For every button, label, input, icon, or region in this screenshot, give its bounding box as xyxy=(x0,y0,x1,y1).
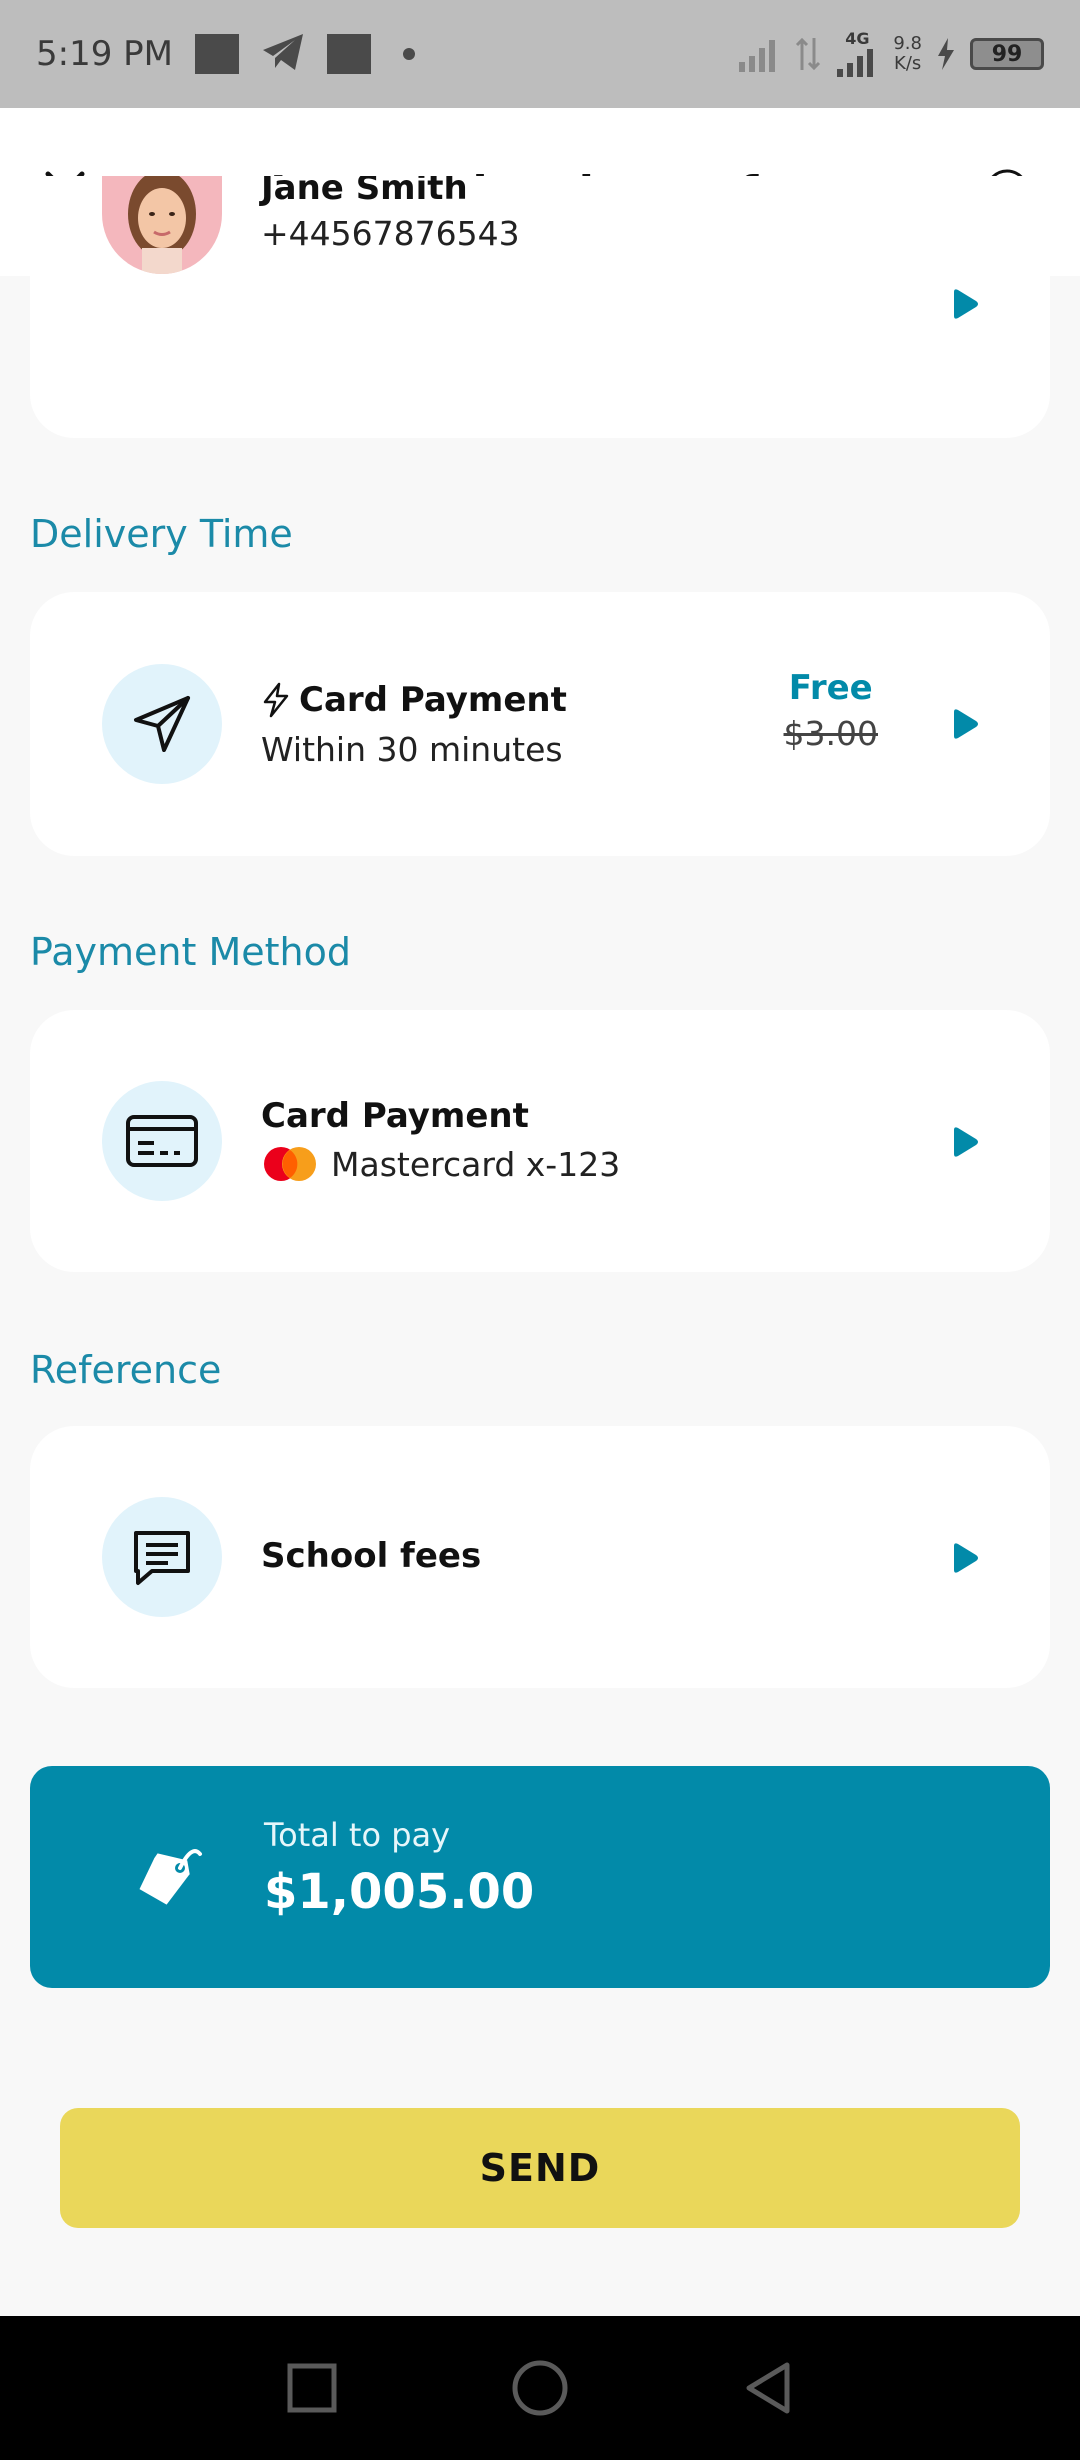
reference-card[interactable]: School fees xyxy=(30,1426,1050,1688)
delivery-eta: Within 30 minutes xyxy=(261,730,563,769)
home-button[interactable] xyxy=(511,2359,569,2417)
delivery-time-card[interactable]: Card Payment Within 30 minutes Free $3.0… xyxy=(30,592,1050,856)
avatar xyxy=(102,176,222,274)
chevron-right-icon[interactable] xyxy=(950,708,980,740)
recipient-phone: +44567876543 xyxy=(261,214,520,253)
total-to-pay-box: Total to pay $1,005.00 xyxy=(30,1766,1050,1988)
payment-method-card[interactable]: Card Payment Mastercard x-123 xyxy=(30,1010,1050,1272)
notification-icon xyxy=(195,34,239,74)
message-icon xyxy=(134,1531,190,1585)
status-right: 4G 9.8 K/s 99 xyxy=(737,31,1044,77)
speed-value: 9.8 xyxy=(893,33,922,55)
battery-level: 99 xyxy=(970,38,1044,70)
dot-icon xyxy=(403,48,415,60)
card-details: Mastercard x-123 xyxy=(331,1144,621,1184)
delivery-icon-circle xyxy=(102,664,222,784)
chevron-right-icon[interactable] xyxy=(950,1542,980,1574)
chevron-right-icon[interactable] xyxy=(950,288,980,320)
chevron-right-icon[interactable] xyxy=(950,1126,980,1158)
recipient-card[interactable]: Jane Smith +44567876543 xyxy=(30,176,1050,438)
recipient-name: Jane Smith xyxy=(261,176,468,208)
back-button[interactable] xyxy=(743,2361,793,2415)
send-plane-icon xyxy=(134,696,190,752)
reference-icon-circle xyxy=(102,1497,222,1617)
total-amount: $1,005.00 xyxy=(264,1864,535,1920)
network-type: 4G xyxy=(845,29,870,48)
status-bar: 5:19 PM 4G 9.8 K/s 99 xyxy=(0,0,1080,108)
credit-card-icon xyxy=(126,1115,198,1167)
notification-icon xyxy=(327,34,371,74)
delivery-method: Card Payment xyxy=(299,680,567,720)
signal-icon xyxy=(837,49,874,77)
delivery-price: Free xyxy=(788,668,873,708)
system-nav-bar xyxy=(0,2316,1080,2460)
delivery-old-price: $3.00 xyxy=(783,714,878,753)
status-time: 5:19 PM xyxy=(36,34,173,74)
recent-apps-button[interactable] xyxy=(287,2363,337,2413)
payment-icon-circle xyxy=(102,1081,222,1201)
payment-section-label: Payment Method xyxy=(30,930,351,974)
send-button[interactable]: SEND xyxy=(60,2108,1020,2228)
speed-unit: K/s xyxy=(894,53,922,74)
signal-icon xyxy=(739,40,776,72)
delivery-section-label: Delivery Time xyxy=(30,512,293,556)
reference-value: School fees xyxy=(261,1536,482,1576)
telegram-icon xyxy=(261,32,305,76)
total-label: Total to pay xyxy=(264,1816,451,1854)
payment-method-title: Card Payment xyxy=(261,1096,529,1136)
charging-icon xyxy=(938,38,954,70)
lightning-icon xyxy=(263,682,289,718)
reference-section-label: Reference xyxy=(30,1348,222,1392)
price-tag-icon xyxy=(139,1849,202,1905)
data-arrows-icon xyxy=(796,37,821,71)
mastercard-icon xyxy=(264,1147,316,1181)
